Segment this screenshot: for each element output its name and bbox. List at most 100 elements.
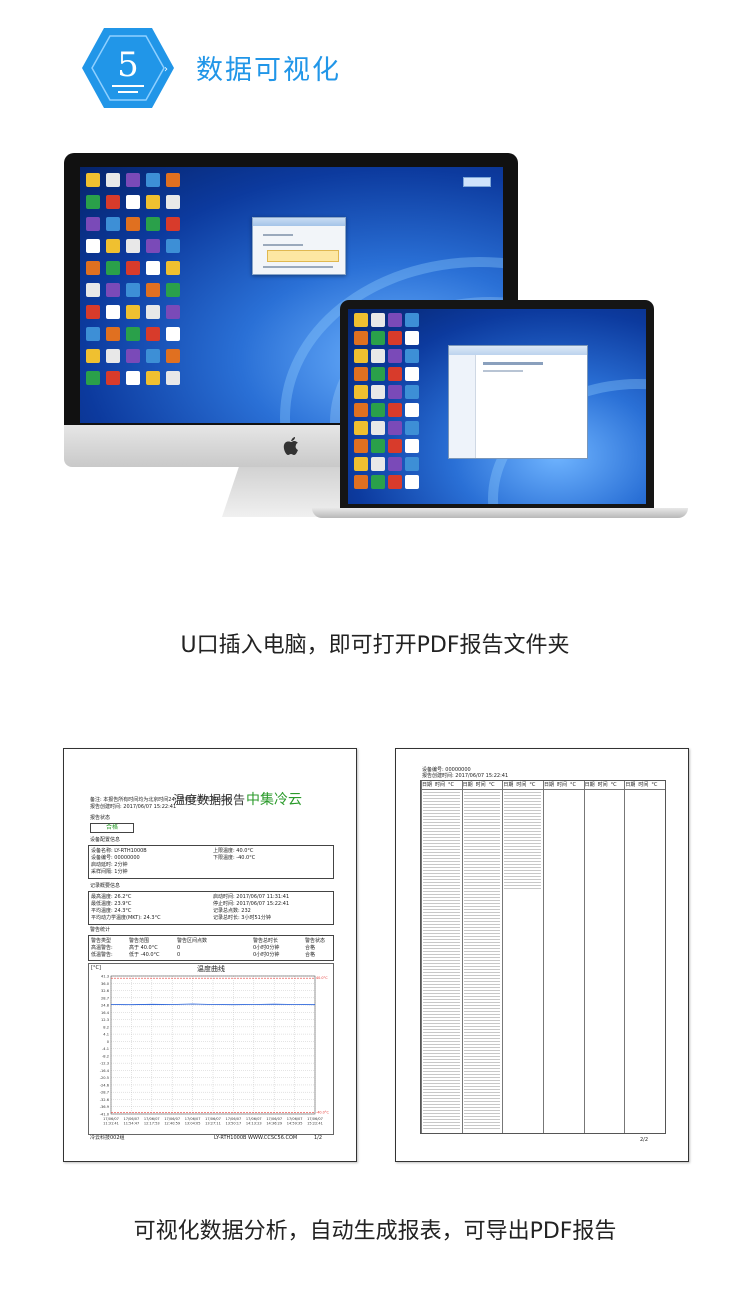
desktop-app-icon[interactable] xyxy=(126,327,140,341)
desktop-app-icon[interactable] xyxy=(371,331,385,345)
desktop-app-icon[interactable] xyxy=(166,349,180,363)
desktop-app-icon[interactable] xyxy=(146,327,160,341)
desktop-app-icon[interactable] xyxy=(405,313,419,327)
desktop-app-icon[interactable] xyxy=(146,173,160,187)
desktop-app-icon[interactable] xyxy=(106,195,120,209)
desktop-app-icon[interactable] xyxy=(146,283,160,297)
desktop-app-icon[interactable] xyxy=(126,349,140,363)
desktop-app-icon[interactable] xyxy=(106,283,120,297)
desktop-app-icon[interactable] xyxy=(146,349,160,363)
desktop-app-icon[interactable] xyxy=(146,305,160,319)
desktop-app-icon[interactable] xyxy=(166,261,180,275)
page2-created: 报告创建时间: 2017/06/07 15:22:41 xyxy=(422,773,509,779)
desktop-app-icon[interactable] xyxy=(371,367,385,381)
desktop-app-icon[interactable] xyxy=(405,349,419,363)
desktop-app-icon[interactable] xyxy=(354,349,368,363)
desktop-app-icon[interactable] xyxy=(388,457,402,471)
desktop-app-icon[interactable] xyxy=(106,305,120,319)
desktop-app-icon[interactable] xyxy=(166,327,180,341)
desktop-app-icon[interactable] xyxy=(371,403,385,417)
apple-logo-icon xyxy=(283,437,298,455)
desktop-app-icon[interactable] xyxy=(86,305,100,319)
desktop-app-icon[interactable] xyxy=(86,371,100,385)
desktop-app-icon[interactable] xyxy=(166,371,180,385)
desktop-app-icon[interactable] xyxy=(371,421,385,435)
desktop-app-icon[interactable] xyxy=(405,475,419,489)
config-field-1-0: 设备编号: 00000000 xyxy=(91,855,140,861)
desktop-app-icon[interactable] xyxy=(106,239,120,253)
desktop-app-icon[interactable] xyxy=(126,305,140,319)
desktop-app-icon[interactable] xyxy=(86,195,100,209)
desktop-app-icon[interactable] xyxy=(166,305,180,319)
desktop-app-icon[interactable] xyxy=(86,173,100,187)
desktop-app-icon[interactable] xyxy=(388,475,402,489)
desktop-app-icon[interactable] xyxy=(146,217,160,231)
desktop-app-icon[interactable] xyxy=(146,261,160,275)
desktop-app-icon[interactable] xyxy=(354,421,368,435)
desktop-app-icon[interactable] xyxy=(166,195,180,209)
data-table: 日期 时间 °C 日期 时间 °C 日期 时间 °C 日期 时间 °C 日期 时间 °C 日期 时间 °C xyxy=(420,780,666,1134)
desktop-app-icon[interactable] xyxy=(86,261,100,275)
desktop-app-icon[interactable] xyxy=(405,421,419,435)
desktop-app-icon[interactable] xyxy=(388,403,402,417)
desktop-app-icon[interactable] xyxy=(388,349,402,363)
desktop-app-icon[interactable] xyxy=(86,217,100,231)
desktop-app-icon[interactable] xyxy=(388,331,402,345)
config-field-0-0: 设备名称: LY-RTH1000B xyxy=(91,848,147,854)
desktop-app-icon[interactable] xyxy=(146,239,160,253)
desktop-app-icon[interactable] xyxy=(86,283,100,297)
desktop-app-icon[interactable] xyxy=(354,331,368,345)
desktop-app-icon[interactable] xyxy=(106,261,120,275)
desktop-app-icon[interactable] xyxy=(405,439,419,453)
desktop-app-icon[interactable] xyxy=(126,283,140,297)
desktop-app-icon[interactable] xyxy=(126,195,140,209)
desktop-app-icon[interactable] xyxy=(106,327,120,341)
desktop-app-icon[interactable] xyxy=(126,261,140,275)
desktop-app-icon[interactable] xyxy=(126,239,140,253)
desktop-app-icon[interactable] xyxy=(354,313,368,327)
desktop-app-icon[interactable] xyxy=(86,239,100,253)
desktop-app-icon[interactable] xyxy=(354,367,368,381)
desktop-app-icon[interactable] xyxy=(86,327,100,341)
desktop-app-icon[interactable] xyxy=(388,313,402,327)
desktop-app-icon[interactable] xyxy=(371,439,385,453)
desktop-app-icon[interactable] xyxy=(371,457,385,471)
desktop-app-icon[interactable] xyxy=(106,371,120,385)
desktop-app-icon[interactable] xyxy=(371,349,385,363)
desktop-app-icon[interactable] xyxy=(405,367,419,381)
desktop-app-icon[interactable] xyxy=(146,371,160,385)
desktop-app-icon[interactable] xyxy=(86,349,100,363)
desktop-app-icon[interactable] xyxy=(388,439,402,453)
desktop-app-icon[interactable] xyxy=(354,475,368,489)
desktop-app-icon[interactable] xyxy=(354,385,368,399)
desktop-app-icon[interactable] xyxy=(405,385,419,399)
desktop-app-icon[interactable] xyxy=(166,173,180,187)
desktop-app-icon[interactable] xyxy=(166,283,180,297)
desktop-app-icon[interactable] xyxy=(354,403,368,417)
desktop-app-icon[interactable] xyxy=(354,439,368,453)
explorer-window xyxy=(448,345,588,459)
table-header-cell: °C xyxy=(651,782,658,788)
report-note: 备注: 本报告所有时间均为北京时间24小时制[年/月/日 时:分:秒] xyxy=(90,797,232,803)
desktop-app-icon[interactable] xyxy=(388,385,402,399)
desktop-app-icon[interactable] xyxy=(371,475,385,489)
desktop-app-icon[interactable] xyxy=(166,239,180,253)
desktop-app-icon[interactable] xyxy=(388,421,402,435)
summary-field-0-0: 最高温度: 26.2°C xyxy=(91,894,132,900)
desktop-app-icon[interactable] xyxy=(106,217,120,231)
desktop-app-icon[interactable] xyxy=(371,313,385,327)
desktop-app-icon[interactable] xyxy=(166,217,180,231)
desktop-app-icon[interactable] xyxy=(388,367,402,381)
y-tick-label: 0 xyxy=(107,1040,110,1044)
desktop-app-icon[interactable] xyxy=(405,331,419,345)
desktop-app-icon[interactable] xyxy=(106,173,120,187)
desktop-app-icon[interactable] xyxy=(354,457,368,471)
desktop-app-icon[interactable] xyxy=(126,371,140,385)
desktop-app-icon[interactable] xyxy=(106,349,120,363)
desktop-app-icon[interactable] xyxy=(146,195,160,209)
desktop-app-icon[interactable] xyxy=(405,403,419,417)
desktop-app-icon[interactable] xyxy=(405,457,419,471)
desktop-app-icon[interactable] xyxy=(126,173,140,187)
desktop-app-icon[interactable] xyxy=(126,217,140,231)
desktop-app-icon[interactable] xyxy=(371,385,385,399)
